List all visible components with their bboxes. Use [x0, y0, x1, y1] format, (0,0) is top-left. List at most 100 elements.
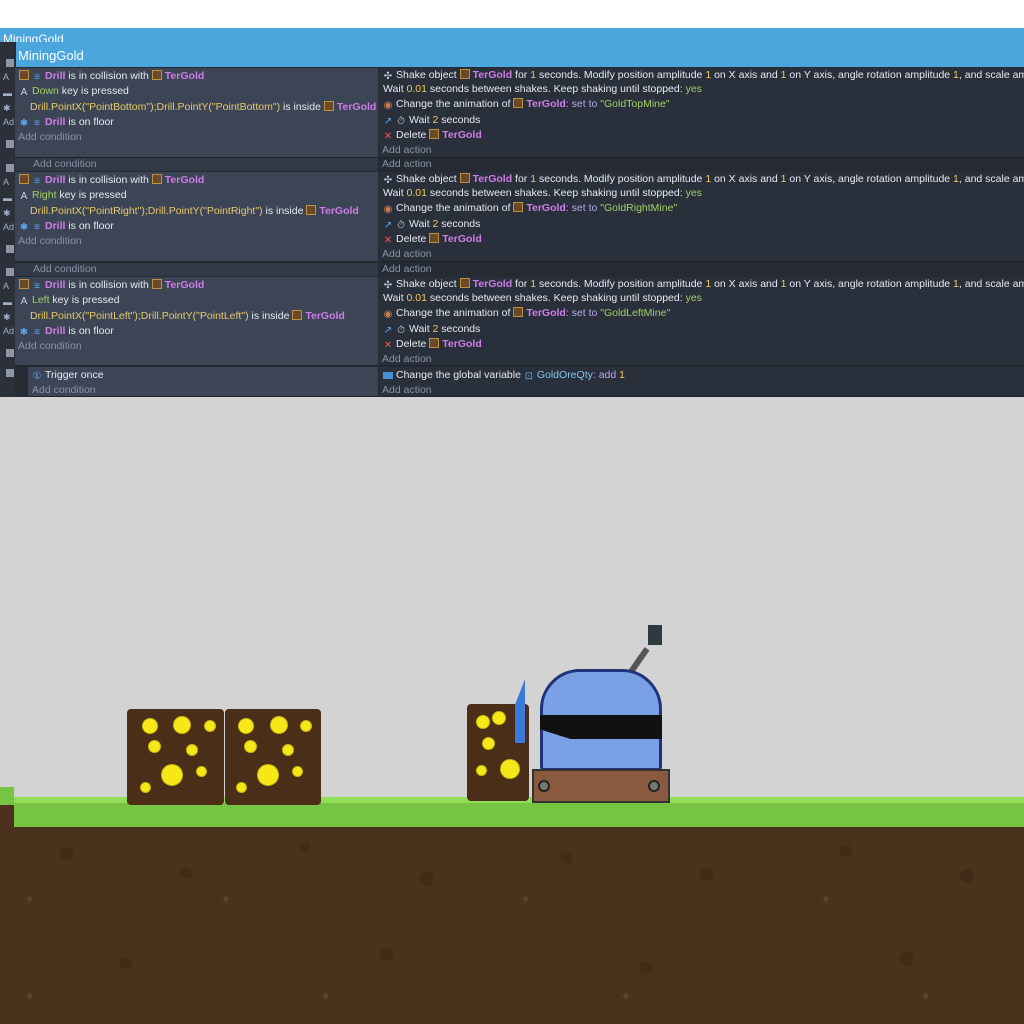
add-condition-link[interactable]: Add condition: [18, 235, 82, 248]
condition-row[interactable]: ✱ ≡ Drill is on floor: [19, 116, 114, 129]
add-condition-link[interactable]: Add condition: [18, 340, 82, 353]
gutter-clip-text: Ad: [3, 222, 15, 232]
gutter-clip-text: Ad: [3, 326, 15, 336]
condition-row[interactable]: Drill.PointX("PointRight");Drill.PointY(…: [30, 205, 359, 218]
action-row[interactable]: ↗ ⏱ Wait 2 seconds: [383, 114, 481, 127]
condition-text: is inside: [280, 101, 324, 113]
drill-wheel: [648, 780, 660, 792]
dirt-sparkle: ✦: [320, 988, 332, 1004]
add-condition-link[interactable]: Add condition: [33, 158, 97, 171]
shake-icon: ✣: [383, 71, 393, 82]
add-action-link[interactable]: Add action: [382, 144, 432, 157]
object-name: TerGold: [442, 338, 482, 350]
condition-row[interactable]: ✱ ≡ Drill is on floor: [19, 220, 114, 233]
value: 0.01: [406, 292, 427, 304]
action-row[interactable]: ✣ Shake object TerGold for 1 seconds. Mod…: [383, 278, 1024, 291]
event-3-conditions[interactable]: ≡ Drill is in collision with TerGold A Lef…: [15, 277, 378, 366]
condition-row[interactable]: A Down key is pressed: [19, 85, 129, 98]
add-action-link[interactable]: Add action: [382, 353, 432, 366]
add-action-link[interactable]: Add action: [382, 158, 432, 171]
condition-row[interactable]: ≡ Drill is in collision with TerGold: [19, 70, 204, 83]
action-row-continued[interactable]: Wait 0.01 seconds between shakes. Keep s…: [383, 83, 702, 96]
event-handle[interactable]: [6, 245, 14, 253]
add-action-link[interactable]: Add action: [382, 384, 432, 397]
add-condition-link[interactable]: Add condition: [18, 131, 82, 144]
object-name: Drill: [45, 325, 66, 337]
collision-icon: ≡: [34, 327, 40, 338]
group-title: MiningGold: [18, 48, 84, 63]
action-text: seconds between shakes. Keep shaking unt…: [426, 83, 686, 95]
event-handle[interactable]: [6, 164, 14, 172]
condition-type-icon: ▬: [3, 88, 12, 98]
events-gutter: A ▬ ✱ Ad A ▬ ✱ Ad A ▬ ✱ Ad: [0, 42, 15, 397]
platformer-icon: ✱: [19, 222, 29, 233]
value: 0.01: [406, 187, 427, 199]
add-action-link[interactable]: Add action: [382, 248, 432, 261]
action-row[interactable]: Change the global variable ⊡ GoldOreQty: …: [383, 369, 625, 382]
object-name: TerGold: [472, 173, 513, 185]
event-1-actions[interactable]: ✣ Shake object TerGold for 1 seconds. Mod…: [379, 68, 1024, 158]
action-text: seconds between shakes. Keep shaking unt…: [426, 187, 686, 199]
action-row[interactable]: ↗ ⏱ Wait 2 seconds: [383, 323, 481, 336]
condition-row[interactable]: ≡ Drill is in collision with TerGold: [19, 279, 204, 292]
action-row[interactable]: ✕ Delete TerGold: [383, 129, 482, 142]
action-row[interactable]: ◉ Change the animation of TerGold: set to…: [383, 202, 677, 215]
add-action-link[interactable]: Add action: [382, 263, 432, 276]
condition-text: key is pressed: [49, 294, 120, 306]
event-2-conditions[interactable]: ≡ Drill is in collision with TerGold A Rig…: [15, 172, 378, 262]
operator: : set to: [565, 202, 601, 214]
action-row[interactable]: ✣ Shake object TerGold for 1 seconds. Mod…: [383, 69, 1024, 82]
action-row[interactable]: ✕ Delete TerGold: [383, 338, 482, 351]
action-text: Change the animation of: [396, 307, 514, 319]
event-2-actions[interactable]: ✣ Shake object TerGold for 1 seconds. Mod…: [379, 172, 1024, 262]
condition-row[interactable]: A Left key is pressed: [19, 294, 120, 307]
event-1-conditions[interactable]: ≡ Drill is in collision with TerGold A Dow…: [15, 68, 378, 158]
action-row-continued[interactable]: Wait 0.01 seconds between shakes. Keep s…: [383, 292, 702, 305]
expression: Drill.PointX("PointBottom");Drill.PointY…: [30, 101, 281, 113]
event-handle[interactable]: [6, 59, 14, 67]
condition-text: is inside: [262, 205, 307, 217]
condition-row[interactable]: Drill.PointX("PointLeft");Drill.PointY("…: [30, 310, 345, 323]
action-text: , and scale amplitude: [958, 173, 1024, 185]
timer-icon: ⏱: [397, 220, 405, 231]
action-row[interactable]: ◉ Change the animation of TerGold: set to…: [383, 307, 670, 320]
add-condition-link[interactable]: Add condition: [32, 384, 96, 397]
add-condition-link[interactable]: Add condition: [33, 263, 97, 276]
action-row[interactable]: ✕ Delete TerGold: [383, 233, 482, 246]
object-icon: [513, 307, 524, 317]
event-3-actions[interactable]: ✣ Shake object TerGold for 1 seconds. Mod…: [379, 277, 1024, 366]
event-handle[interactable]: [6, 349, 14, 357]
gold-nugget: [143, 719, 157, 733]
dirt-pebble: [840, 845, 852, 857]
action-row[interactable]: ◉ Change the animation of TerGold: set to…: [383, 98, 670, 111]
trigger-once-icon: ①: [32, 371, 42, 382]
subevent-conditions[interactable]: ① Trigger once Add condition: [28, 367, 378, 397]
condition-row[interactable]: ① Trigger once: [32, 369, 104, 382]
gold-nugget: [197, 767, 206, 776]
dirt-pebble: [960, 869, 974, 883]
action-text: Wait: [409, 218, 433, 230]
condition-row[interactable]: ✱ ≡ Drill is on floor: [19, 325, 114, 338]
action-row-continued[interactable]: Wait 0.01 seconds between shakes. Keep s…: [383, 187, 702, 200]
subevent-actions[interactable]: Change the global variable ⊡ GoldOreQty: …: [379, 367, 1024, 397]
action-row[interactable]: ✣ Shake object TerGold for 1 seconds. Mod…: [383, 173, 1024, 186]
dirt-pebble: [900, 952, 914, 966]
dirt-sparkle: ✦: [520, 891, 532, 907]
condition-row[interactable]: A Right key is pressed: [19, 189, 127, 202]
event-handle[interactable]: [6, 268, 14, 276]
condition-row[interactable]: Drill.PointX("PointBottom");Drill.PointY…: [30, 101, 376, 114]
gold-nugget: [477, 766, 486, 775]
event-handle[interactable]: [6, 369, 14, 377]
group-header[interactable]: MiningGold: [16, 42, 1024, 67]
condition-text: is inside: [248, 310, 293, 322]
condition-row[interactable]: ≡ Drill is in collision with TerGold: [19, 174, 204, 187]
gold-nugget: [245, 741, 256, 752]
condition-type-icon: ✱: [3, 103, 11, 113]
action-row[interactable]: ↗ ⏱ Wait 2 seconds: [383, 218, 481, 231]
gold-nugget: [283, 745, 293, 755]
variable-icon: [383, 372, 393, 379]
event-handle[interactable]: [6, 140, 14, 148]
delete-icon: ✕: [383, 235, 393, 246]
object-name: Drill: [45, 279, 66, 291]
dirt-sparkle: ✦: [820, 891, 832, 907]
